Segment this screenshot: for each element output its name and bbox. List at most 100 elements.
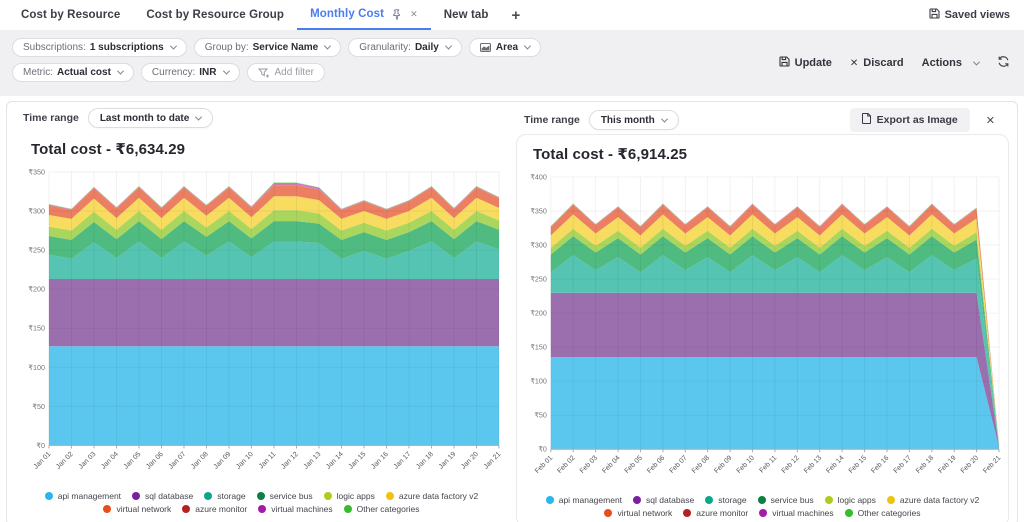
- time-range-selector[interactable]: This month: [588, 110, 679, 130]
- svg-text:Jan 16: Jan 16: [370, 451, 390, 471]
- legend-dot-icon: [204, 492, 213, 501]
- legend-item[interactable]: virtual network: [103, 504, 171, 514]
- add-filter-label: Add filter: [274, 67, 314, 78]
- discard-button[interactable]: ✕ Discard: [850, 57, 904, 69]
- legend-item[interactable]: Other categories: [844, 507, 921, 518]
- tab-cost-by-resource[interactable]: Cost by Resource: [8, 0, 133, 30]
- svg-text:₹150: ₹150: [28, 325, 45, 333]
- legend-label: api management: [57, 491, 122, 502]
- legend-label: Other categories: [857, 507, 921, 518]
- legend-item[interactable]: logic apps: [824, 495, 876, 505]
- legend-item[interactable]: logic apps: [323, 491, 375, 501]
- tab-close-icon[interactable]: ✕: [410, 9, 418, 20]
- svg-text:Feb 12: Feb 12: [781, 455, 801, 475]
- tab-cost-by-resource-group[interactable]: Cost by Resource Group: [133, 0, 297, 30]
- tab-new-tab[interactable]: New tab: [431, 0, 502, 30]
- legend-item[interactable]: storage: [705, 494, 747, 505]
- subscriptions-filter[interactable]: Subscriptions: 1 subscriptions: [12, 38, 187, 57]
- legend-item[interactable]: azure monitor: [182, 504, 247, 514]
- svg-text:₹50: ₹50: [534, 412, 547, 420]
- svg-text:Jan 06: Jan 06: [145, 451, 165, 471]
- legend-item[interactable]: Other categories: [343, 504, 420, 514]
- chart-type-selector[interactable]: Area: [468, 38, 542, 57]
- add-filter-icon: [257, 68, 270, 78]
- svg-text:₹350: ₹350: [530, 208, 546, 216]
- svg-text:₹200: ₹200: [530, 310, 546, 318]
- legend-label: azure monitor: [195, 504, 248, 515]
- time-range-selector[interactable]: Last month to date: [87, 108, 214, 128]
- legend-item[interactable]: azure data factory v2: [886, 495, 979, 505]
- metric-filter-label: Metric:: [23, 67, 53, 78]
- chevron-down-icon: [660, 115, 668, 123]
- legend-dot-icon: [633, 495, 642, 504]
- svg-text:Feb 13: Feb 13: [803, 455, 823, 475]
- svg-text:Jan 15: Jan 15: [348, 451, 368, 471]
- legend-item[interactable]: sql database: [633, 495, 694, 505]
- export-file-icon: [861, 113, 871, 127]
- panel-close-icon[interactable]: ✕: [986, 114, 995, 127]
- legend-item[interactable]: service bus: [757, 495, 814, 505]
- legend-dot-icon: [757, 495, 766, 504]
- currency-filter[interactable]: Currency: INR: [140, 63, 240, 82]
- svg-text:₹50: ₹50: [32, 403, 45, 411]
- legend-item[interactable]: sql database: [132, 491, 193, 501]
- refresh-button[interactable]: [997, 55, 1010, 71]
- legend-label: virtual machines: [772, 507, 834, 518]
- legend-dot-icon: [343, 505, 352, 514]
- time-range-label: Time range: [524, 114, 580, 126]
- svg-text:Jan 01: Jan 01: [33, 451, 53, 471]
- svg-text:₹300: ₹300: [530, 241, 546, 249]
- chevron-down-icon: [195, 113, 203, 121]
- tab-monthly-cost[interactable]: Monthly Cost ✕: [297, 0, 431, 30]
- tab-monthly-cost-label: Monthly Cost: [310, 8, 385, 20]
- chart-card: Total cost - ₹6,634.29 ₹0 ₹50 ₹100 ₹150 ₹200…: [15, 130, 508, 522]
- pin-icon[interactable]: [392, 8, 402, 20]
- legend-item[interactable]: api management: [545, 495, 622, 505]
- add-tab-button[interactable]: +: [502, 0, 531, 30]
- legend-dot-icon: [824, 495, 833, 504]
- svg-text:Feb 11: Feb 11: [758, 455, 778, 475]
- legend-dot-icon: [103, 505, 112, 514]
- legend-item[interactable]: virtual machines: [759, 507, 834, 518]
- stacked-area-chart[interactable]: ₹0 ₹50 ₹100 ₹150 ₹200 ₹250 ₹300 ₹350 Jan 01 Jan 0…: [19, 162, 504, 491]
- export-label: Export as Image: [876, 114, 958, 126]
- discard-label: Discard: [863, 57, 904, 69]
- saved-views-button[interactable]: Saved views: [929, 0, 1010, 30]
- svg-text:Jan 03: Jan 03: [78, 451, 98, 471]
- saved-views-label: Saved views: [944, 9, 1010, 21]
- legend-label: virtual network: [617, 507, 673, 518]
- group-by-filter-value: Service Name: [252, 42, 319, 53]
- update-button[interactable]: Update: [779, 56, 832, 70]
- metric-filter[interactable]: Metric: Actual cost: [12, 63, 134, 82]
- svg-text:Feb 15: Feb 15: [848, 455, 868, 475]
- currency-filter-value: INR: [199, 67, 217, 78]
- svg-text:Jan 14: Jan 14: [325, 451, 345, 471]
- legend-label: virtual network: [116, 504, 172, 515]
- svg-text:Jan 11: Jan 11: [258, 451, 277, 470]
- group-by-filter[interactable]: Group by: Service Name: [193, 38, 342, 57]
- legend-label: service bus: [269, 491, 313, 502]
- legend-item[interactable]: service bus: [256, 491, 313, 502]
- stacked-area-chart[interactable]: ₹0 ₹50 ₹100 ₹150 ₹200 ₹250 ₹300 ₹350 ₹400 Feb 01 F…: [521, 167, 1004, 495]
- legend-item[interactable]: azure data factory v2: [385, 491, 478, 501]
- svg-text:₹200: ₹200: [28, 286, 45, 294]
- legend-label: azure monitor: [696, 507, 749, 518]
- legend-item[interactable]: azure monitor: [683, 508, 748, 518]
- svg-text:Jan 07: Jan 07: [168, 451, 188, 471]
- chevron-down-icon: [524, 42, 532, 50]
- legend-item[interactable]: storage: [204, 491, 246, 501]
- legend-item[interactable]: api management: [44, 491, 122, 502]
- legend-item[interactable]: virtual machines: [258, 504, 333, 514]
- subscriptions-filter-label: Subscriptions:: [23, 42, 86, 53]
- export-as-image-button[interactable]: Export as Image: [849, 108, 970, 132]
- granularity-filter[interactable]: Granularity: Daily: [348, 38, 462, 57]
- svg-text:Feb 19: Feb 19: [937, 455, 957, 475]
- legend-label: storage: [718, 494, 747, 505]
- svg-text:Jan 09: Jan 09: [213, 451, 233, 471]
- add-filter-button[interactable]: Add filter: [246, 63, 325, 82]
- actions-dropdown[interactable]: Actions: [922, 57, 981, 69]
- svg-text:Feb 20: Feb 20: [960, 455, 980, 475]
- legend-item[interactable]: virtual network: [604, 508, 672, 518]
- svg-text:Jan 05: Jan 05: [123, 451, 143, 471]
- panel-this-month: Time range This month Export as Image ✕ …: [512, 108, 1013, 522]
